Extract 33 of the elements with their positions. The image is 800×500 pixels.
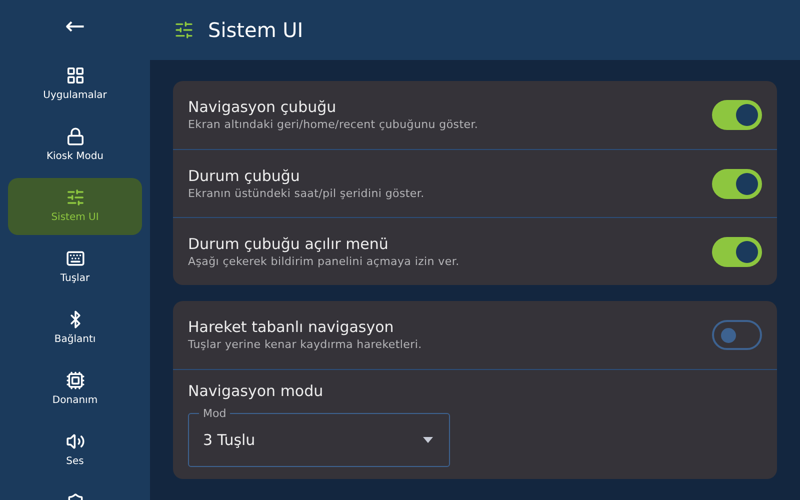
sidebar-item[interactable]: Donanım <box>8 361 142 418</box>
sidebar-item[interactable]: Kiosk Modu <box>8 117 142 174</box>
sidebar-item[interactable]: Sistem UI <box>8 178 142 235</box>
setting-description: Tuşlar yerine kenar kaydırma hareketleri. <box>188 337 422 353</box>
page-title: Sistem UI <box>208 17 304 44</box>
setting-title: Navigasyon çubuğu <box>188 97 338 117</box>
toggle-switch[interactable] <box>712 236 762 266</box>
sidebar-item[interactable]: Ses <box>8 422 142 479</box>
toggle-switch[interactable] <box>712 168 762 198</box>
dropdown-value: 3 Tuşlu <box>203 430 256 451</box>
setting-title: Durum çubuğu açılır menü <box>188 234 390 254</box>
setting-description: Ekranın üstündeki saat/pil şeridini göster. <box>188 186 424 202</box>
speaker-icon <box>66 432 84 451</box>
back-button[interactable]: ← <box>64 14 86 38</box>
chip-icon <box>66 371 84 390</box>
sidebar-item[interactable]: Uygulamalar <box>8 56 142 113</box>
setting-description: Ekran altındaki geri/home/recent çubuğunu göster. <box>188 117 478 133</box>
field-label: Mod <box>202 407 228 420</box>
caret-icon <box>423 437 433 443</box>
setting-description: Aşağı çekerek bildirim panelini açmaya izin ver. <box>188 254 460 270</box>
grid-icon <box>66 66 84 85</box>
mode-dropdown[interactable]: Mod 3 Tuşlu <box>188 407 450 467</box>
sidebar-item[interactable]: Tuşlar <box>8 239 142 296</box>
setting-title: Navigasyon modu <box>188 381 324 401</box>
lock-icon <box>66 127 84 146</box>
setting-title: Durum çubuğu <box>188 166 301 186</box>
sidebar-item[interactable]: Bağlantı <box>8 300 142 357</box>
toggle-switch[interactable] <box>712 320 762 350</box>
toggle-switch[interactable] <box>712 100 762 130</box>
setting-title: Hareket tabanlı navigasyon <box>188 317 395 337</box>
sliders-icon <box>174 20 194 40</box>
sliders-icon <box>66 188 84 207</box>
keyboard-icon <box>66 249 84 268</box>
